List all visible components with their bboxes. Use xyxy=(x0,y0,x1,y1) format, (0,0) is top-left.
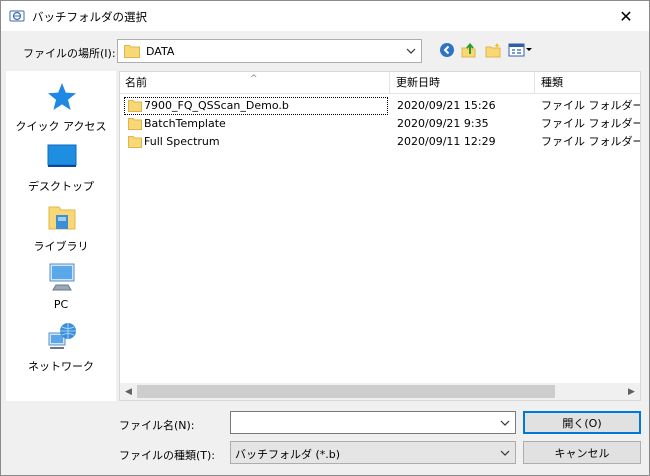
item-name: BatchTemplate xyxy=(124,115,388,133)
column-header-type[interactable]: 種類 xyxy=(536,72,640,94)
list-item[interactable]: BatchTemplate 2020/09/21 9:35 ファイル フォルダー xyxy=(120,115,640,133)
place-label: ライブラリ xyxy=(33,240,89,253)
star-icon xyxy=(48,83,76,110)
up-folder-button[interactable] xyxy=(459,40,479,60)
place-label: PC xyxy=(53,298,69,311)
look-in-value: DATA xyxy=(146,45,175,58)
scroll-thumb[interactable] xyxy=(137,385,555,398)
dialog-window: バッチフォルダの選択 ✕ ファイルの場所(I): DATA クイック アクセス … xyxy=(0,0,650,476)
view-menu-button[interactable] xyxy=(507,40,535,60)
place-desktop[interactable]: デスクトップ xyxy=(6,141,116,199)
new-folder-button[interactable] xyxy=(483,40,503,60)
list-item[interactable]: 7900_FQ_QSScan_Demo.b 2020/09/21 15:26 フ… xyxy=(120,97,640,115)
list-item[interactable]: Full Spectrum 2020/09/11 12:29 ファイル フォルダ… xyxy=(120,133,640,151)
desktop-icon xyxy=(47,144,77,167)
folder-icon xyxy=(128,136,142,148)
look-in-combobox[interactable]: DATA xyxy=(117,39,422,63)
item-modified: 2020/09/11 12:29 xyxy=(397,135,496,148)
back-arrow-icon xyxy=(440,43,454,57)
item-name: 7900_FQ_QSScan_Demo.b xyxy=(124,97,388,115)
place-network[interactable]: ネットワーク xyxy=(6,321,116,379)
window-title: バッチフォルダの選択 xyxy=(32,10,147,24)
view-grid-icon xyxy=(508,43,532,57)
file-name-label: ファイル名(N): xyxy=(119,419,195,432)
place-quick-access[interactable]: クイック アクセス xyxy=(6,81,116,139)
place-library[interactable]: ライブラリ xyxy=(6,201,116,259)
item-type: ファイル フォルダー xyxy=(541,135,640,148)
place-label: クイック アクセス xyxy=(15,120,107,133)
folder-icon xyxy=(124,45,140,58)
place-label: デスクトップ xyxy=(28,180,94,193)
folder-icon xyxy=(128,118,142,130)
library-icon xyxy=(48,206,76,230)
close-button[interactable]: ✕ xyxy=(603,1,649,31)
list-header: 名前 ^ 更新日時 種類 xyxy=(120,72,640,94)
item-modified: 2020/09/21 15:26 xyxy=(397,99,496,112)
file-type-label: ファイルの種類(T): xyxy=(119,449,216,462)
folder-icon xyxy=(128,100,142,112)
horizontal-scrollbar[interactable]: ◀ ▶ xyxy=(120,383,640,400)
place-label: ネットワーク xyxy=(28,360,94,373)
column-header-modified[interactable]: 更新日時 xyxy=(391,72,535,94)
close-icon: ✕ xyxy=(619,6,633,26)
item-type: ファイル フォルダー xyxy=(541,99,640,112)
chevron-down-icon[interactable] xyxy=(405,45,417,57)
item-modified: 2020/09/21 9:35 xyxy=(397,117,489,130)
item-name: Full Spectrum xyxy=(124,133,388,151)
navigation-toolbar xyxy=(437,39,537,61)
column-header-name[interactable]: 名前 ^ xyxy=(120,72,390,94)
sort-up-icon: ^ xyxy=(250,74,258,84)
file-type-select[interactable]: バッチフォルダ (*.b) xyxy=(230,441,516,464)
file-name-combobox[interactable] xyxy=(230,411,516,434)
scroll-left-icon[interactable]: ◀ xyxy=(120,383,137,400)
file-name-input[interactable] xyxy=(234,414,492,431)
scroll-right-icon[interactable]: ▶ xyxy=(623,383,640,400)
pc-icon xyxy=(49,263,75,291)
places-bar: クイック アクセス デスクトップ ライブラリ PC ネットワーク xyxy=(6,71,116,401)
app-icon xyxy=(9,10,25,22)
title-bar: バッチフォルダの選択 ✕ xyxy=(1,1,649,31)
up-folder-icon xyxy=(461,42,476,58)
chevron-down-icon[interactable] xyxy=(499,417,511,429)
new-folder-icon xyxy=(485,43,501,58)
file-type-value: バッチフォルダ (*.b) xyxy=(235,448,341,461)
file-list[interactable]: 名前 ^ 更新日時 種類 7900_FQ_QSScan_Demo.b 2020/… xyxy=(119,71,641,401)
back-button[interactable] xyxy=(437,40,457,60)
look-in-label: ファイルの場所(I): xyxy=(23,47,116,60)
place-pc[interactable]: PC xyxy=(6,261,116,319)
open-button[interactable]: 開く(O) xyxy=(523,411,641,434)
network-icon xyxy=(48,323,76,349)
chevron-down-icon[interactable] xyxy=(499,447,511,459)
cancel-button[interactable]: キャンセル xyxy=(523,441,641,464)
item-type: ファイル フォルダー xyxy=(541,117,640,130)
